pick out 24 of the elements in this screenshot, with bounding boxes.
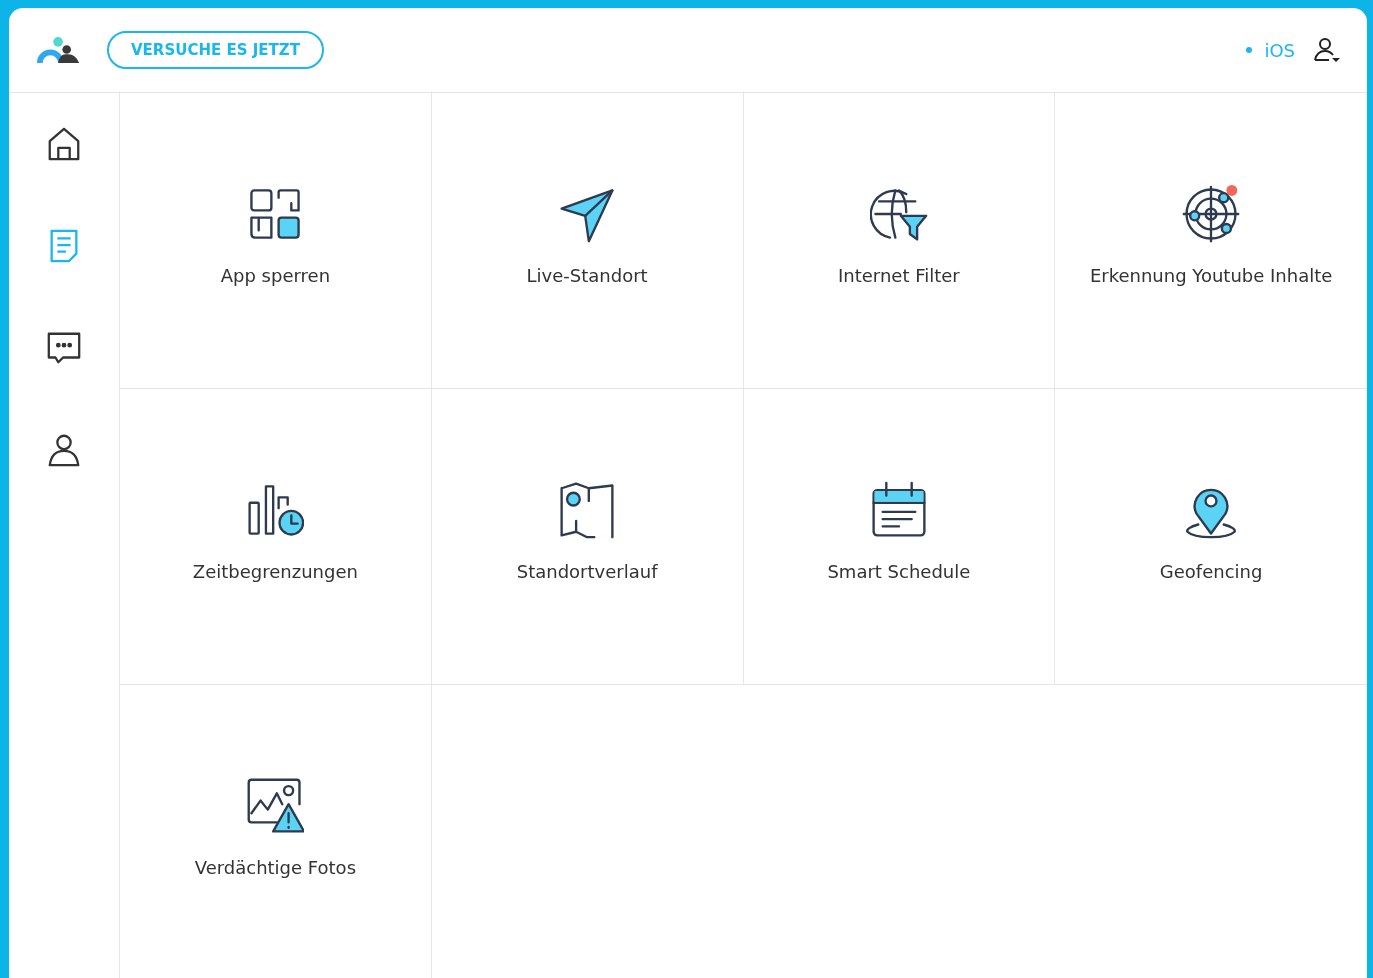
feature-tile[interactable]: Live-Standort <box>431 93 744 389</box>
tile-label: Live-Standort <box>526 265 648 286</box>
user-menu-icon[interactable] <box>1313 36 1341 64</box>
tile-label: Standortverlauf <box>516 561 658 582</box>
tile-label: Zeitbegrenzungen <box>192 561 358 582</box>
tile-label: Internet Filter <box>838 265 960 286</box>
feature-tile[interactable]: Verdächtige Fotos <box>120 685 432 978</box>
status-dot-icon <box>1246 47 1253 53</box>
tile-label: Verdächtige Fotos <box>194 857 356 878</box>
photo-warning-icon <box>246 777 305 835</box>
feature-tile[interactable]: Internet Filter <box>743 93 1056 389</box>
feature-tile[interactable]: Erkennung Youtube Inhalte <box>1055 93 1367 389</box>
tile-label: Erkennung Youtube Inhalte <box>1089 265 1333 286</box>
feature-tile[interactable]: Zeitbegrenzungen <box>120 389 432 685</box>
feature-tile[interactable]: Standortverlauf <box>431 389 744 685</box>
radar-icon <box>1182 185 1241 243</box>
feature-tile[interactable]: App sperren <box>120 93 432 389</box>
feature-tile[interactable]: Smart Schedule <box>743 389 1056 685</box>
tile-label: App sperren <box>220 265 331 286</box>
tile-label: Geofencing <box>1159 561 1263 582</box>
map-icon <box>558 481 617 539</box>
tile-label: Smart Schedule <box>827 561 971 582</box>
feature-tile[interactable]: Geofencing <box>1055 389 1367 685</box>
calendar-icon <box>869 481 928 539</box>
